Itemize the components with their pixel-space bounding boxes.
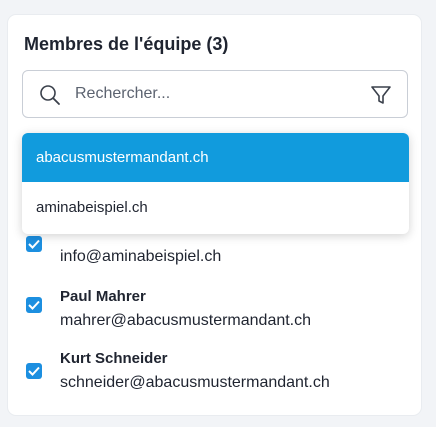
member-name: Paul Mahrer [60, 288, 146, 305]
search-input[interactable] [75, 83, 335, 105]
domain-dropdown: abacusmustermandant.ch aminabeispiel.ch [22, 133, 409, 234]
dropdown-option[interactable]: abacusmustermandant.ch [22, 133, 409, 182]
filter-icon[interactable] [369, 83, 393, 107]
search-icon [40, 85, 60, 105]
member-email: mahrer@abacusmustermandant.ch [60, 312, 312, 329]
member-checkbox[interactable] [26, 363, 42, 379]
dropdown-option[interactable]: aminabeispiel.ch [22, 182, 409, 234]
member-checkbox[interactable] [26, 236, 42, 252]
panel-title: Membres de l'équipe (3) [24, 34, 229, 54]
member-name: Kurt Schneider [60, 350, 168, 367]
search-box[interactable] [22, 70, 408, 118]
member-email: schneider@abacusmustermandant.ch [60, 374, 330, 391]
member-checkbox[interactable] [26, 297, 42, 313]
member-email: info@aminabeispiel.ch [60, 248, 222, 265]
